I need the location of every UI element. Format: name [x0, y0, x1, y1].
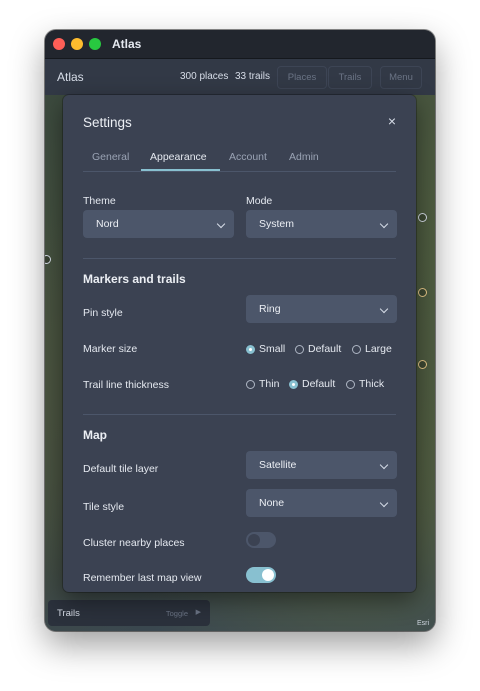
- toggle-knob: [262, 569, 274, 581]
- pin-style-value: Ring: [259, 303, 281, 315]
- app-header: Atlas 300 places 33 trails Places Trails…: [45, 59, 435, 95]
- radio-label: Default: [302, 378, 336, 390]
- tile-layer-value: Satellite: [259, 459, 297, 471]
- theme-select[interactable]: Nord: [83, 210, 234, 238]
- dialog-title: Settings: [83, 115, 132, 130]
- chevron-down-icon: [379, 498, 389, 508]
- window-title: Atlas: [112, 37, 142, 51]
- section-divider: [83, 258, 396, 259]
- trail-thickness-label: Trail line thickness: [83, 379, 169, 391]
- toggle-knob: [248, 534, 260, 546]
- tab-appearance[interactable]: Appearance: [150, 151, 207, 163]
- close-window-button[interactable]: [53, 38, 65, 50]
- chevron-down-icon: [216, 219, 226, 229]
- radio-label: Thin: [259, 378, 280, 390]
- radio-label: Large: [365, 343, 392, 355]
- tile-style-label: Tile style: [83, 501, 125, 513]
- tab-general[interactable]: General: [92, 151, 129, 163]
- trails-panel-label: Trails: [57, 608, 80, 619]
- map-marker[interactable]: [418, 360, 427, 369]
- minimize-window-button[interactable]: [71, 38, 83, 50]
- trail-thickness-thick-radio[interactable]: Thick: [346, 378, 384, 390]
- tab-admin[interactable]: Admin: [289, 151, 319, 163]
- theme-label: Theme: [83, 195, 116, 207]
- map-marker[interactable]: [418, 213, 427, 222]
- chevron-down-icon: [379, 304, 389, 314]
- pin-style-label: Pin style: [83, 307, 123, 319]
- tile-style-value: None: [259, 497, 285, 509]
- marker-size-default-radio[interactable]: Default: [295, 343, 341, 355]
- radio-circle: [246, 379, 255, 389]
- radio-label: Default: [308, 343, 342, 355]
- remember-view-toggle[interactable]: [246, 567, 276, 583]
- app-brand: Atlas: [57, 70, 84, 84]
- tile-layer-label: Default tile layer: [83, 463, 159, 475]
- settings-dialog: Settings × General Appearance Account Ad…: [63, 95, 416, 592]
- map-attribution: Esri: [416, 620, 429, 627]
- places-count: 300 places: [180, 71, 229, 82]
- tile-layer-select[interactable]: Satellite: [246, 451, 397, 479]
- map-marker[interactable]: [45, 255, 51, 264]
- trails-button[interactable]: Trails: [328, 66, 372, 89]
- radio-label: Thick: [359, 378, 385, 390]
- trail-thickness-thin-radio[interactable]: Thin: [246, 378, 279, 390]
- trail-thickness-default-radio[interactable]: Default: [289, 378, 335, 390]
- trails-count: 33 trails: [235, 71, 271, 82]
- radio-label: Small: [259, 343, 286, 355]
- section-divider: [83, 414, 396, 415]
- radio-circle: [352, 344, 361, 354]
- title-bar: Atlas: [45, 30, 435, 59]
- map-marker[interactable]: [418, 288, 427, 297]
- markers-section-heading: Markers and trails: [83, 272, 186, 286]
- trails-panel: Trails Toggle ▶: [48, 600, 210, 626]
- tile-style-select[interactable]: None: [246, 489, 397, 517]
- chevron-down-icon: [379, 219, 389, 229]
- play-icon[interactable]: ▶: [196, 608, 201, 616]
- cluster-toggle[interactable]: [246, 532, 276, 548]
- chevron-down-icon: [379, 460, 389, 470]
- pin-style-select[interactable]: Ring: [246, 295, 397, 323]
- radio-circle: [246, 344, 255, 354]
- mode-value: System: [259, 218, 295, 230]
- marker-size-large-radio[interactable]: Large: [352, 343, 392, 355]
- radio-circle: [295, 344, 304, 354]
- mode-label: Mode: [246, 195, 273, 207]
- places-button[interactable]: Places: [277, 66, 327, 89]
- theme-value: Nord: [96, 218, 119, 230]
- remember-view-label: Remember last map view: [83, 572, 202, 584]
- radio-circle: [346, 379, 355, 389]
- trails-toggle-button[interactable]: Toggle: [166, 609, 188, 618]
- close-icon[interactable]: ×: [388, 114, 396, 128]
- tabs-divider: [83, 171, 396, 172]
- map-section-heading: Map: [83, 428, 107, 442]
- menu-button[interactable]: Menu: [380, 66, 422, 89]
- radio-circle: [289, 379, 298, 389]
- marker-size-label: Marker size: [83, 343, 138, 355]
- zoom-window-button[interactable]: [89, 38, 101, 50]
- tab-account[interactable]: Account: [229, 151, 267, 163]
- mode-select[interactable]: System: [246, 210, 397, 238]
- cluster-label: Cluster nearby places: [83, 537, 185, 549]
- marker-size-small-radio[interactable]: Small: [246, 343, 285, 355]
